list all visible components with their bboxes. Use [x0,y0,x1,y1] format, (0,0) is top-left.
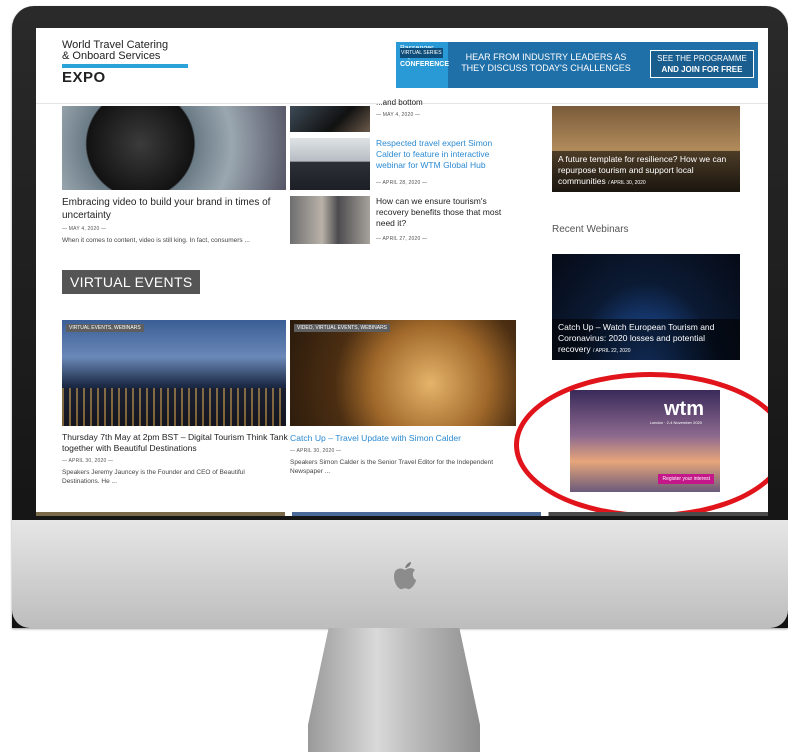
event-card-title-1[interactable]: Thursday 7th May at 2pm BST – Digital To… [62,432,294,454]
header-ad-banner[interactable]: Passenger Experience CONFERENCE VIRTUAL … [396,42,758,88]
wtm-ad-subtitle: London · 2-4 November 2020 [649,420,702,425]
list-item-thumb-1[interactable] [290,106,370,132]
sidebar-top-card[interactable]: A future template for resilience? How we… [552,106,740,192]
banner-cta-line-1: SEE THE PROGRAMME [657,54,747,63]
logo-line-3: EXPO [62,69,106,86]
list-item-thumb-3[interactable] [290,196,370,244]
list-item-title-1[interactable]: ...and bottom [376,98,506,108]
logo-accent-bar [62,64,188,68]
event-card-date-1: — APRIL 30, 2020 — [62,458,114,464]
list-item-title-2[interactable]: Respected travel expert Simon Calder to … [376,138,508,171]
banner-brand-line-3: CONFERENCE [400,61,450,68]
apple-logo-icon [394,562,416,590]
banner-cta-line-2: AND JOIN FOR FREE [661,65,743,74]
post-excerpt: When it comes to content, video is still… [62,237,250,244]
list-item-title-3[interactable]: How can we ensure tourism's recovery ben… [376,196,512,229]
post-date: — MAY 4, 2020 — [62,226,107,232]
sidebar-webinar-card[interactable]: Catch Up – Watch European Tourism and Co… [552,254,740,360]
sidebar-webinar-title: Catch Up – Watch European Tourism and Co… [558,322,715,354]
site-logo[interactable]: World Travel Catering & Onboard Services… [62,40,202,86]
banner-cta-button[interactable]: SEE THE PROGRAMME AND JOIN FOR FREE [650,50,754,78]
list-item-thumb-2[interactable] [290,138,370,190]
sidebar-heading-recent-webinars: Recent Webinars [552,224,629,235]
list-item-date-1: — MAY 4, 2020 — [376,112,421,118]
next-row-preview-strip [36,512,768,516]
sidebar-webinar-caption: Catch Up – Watch European Tourism and Co… [552,319,740,360]
logo-line-2: & Onboard Services [62,50,161,62]
list-item-date-3: — APRIL 27, 2020 — [376,236,428,242]
sidebar-top-card-caption: A future template for resilience? How we… [552,151,740,192]
event-card-image-1[interactable]: VIRTUAL EVENTS, WEBINARS [62,320,286,426]
event-card-image-2[interactable]: VIDEO, VIRTUAL EVENTS, WEBINARS [290,320,516,426]
post-title[interactable]: Embracing video to build your brand in t… [62,196,290,222]
section-title-virtual-events: VIRTUAL EVENTS [62,270,201,294]
imac-stand [308,628,480,752]
browser-screen: World Travel Catering & Onboard Services… [36,28,768,516]
list-item-date-2: — APRIL 28, 2020 — [376,180,428,186]
event-card-tag-1[interactable]: VIRTUAL EVENTS, WEBINARS [66,324,144,332]
event-card-excerpt-1: Speakers Jeremy Jauncey is the Founder a… [62,469,245,485]
post-image-camera[interactable] [62,106,286,190]
wtm-ad-logo: wtm [664,398,704,420]
event-card-date-2: — APRIL 30, 2020 — [290,448,342,454]
event-card-tag-2[interactable]: VIDEO, VIRTUAL EVENTS, WEBINARS [294,324,391,332]
sidebar-webinar-date: / APRIL 22, 2020 [592,348,631,354]
banner-message: HEAR FROM INDUSTRY LEADERS AS THEY DISCU… [461,52,631,73]
banner-brand: Passenger Experience CONFERENCE VIRTUAL … [396,42,450,88]
site-header: World Travel Catering & Onboard Services… [36,28,768,104]
banner-brand-tag: VIRTUAL SERIES [400,48,443,58]
event-card-title-2[interactable]: Catch Up – Travel Update with Simon Cald… [290,432,516,444]
wtm-register-button[interactable]: Register your interest [658,474,714,484]
sidebar-wtm-ad[interactable]: wtm London · 2-4 November 2020 Register … [570,390,720,492]
sidebar-top-card-date: / APRIL 30, 2020 [608,180,646,186]
event-card-excerpt-2: Speakers Simon Calder is the Senior Trav… [290,459,494,475]
